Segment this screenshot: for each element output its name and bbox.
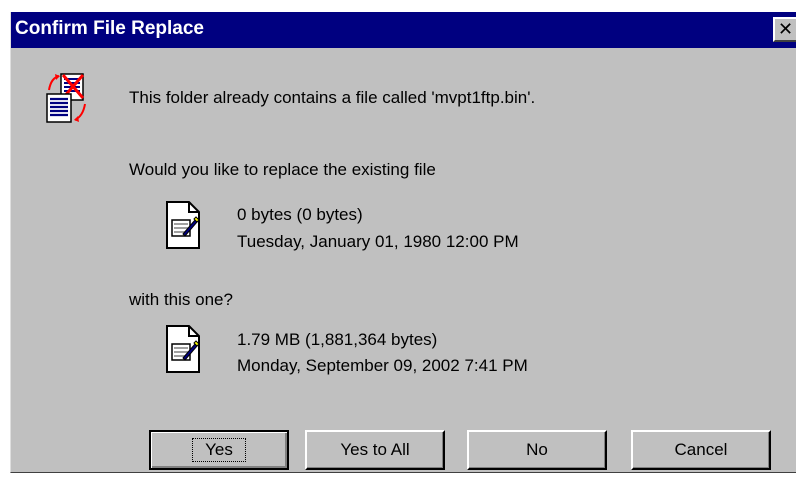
yes-to-all-button-label: Yes to All [340, 440, 410, 459]
message-line-3: with this one? [129, 290, 233, 309]
document-icon [166, 325, 200, 373]
new-file-size: 1.79 MB (1,881,364 bytes) [237, 330, 438, 349]
cancel-button-label: Cancel [674, 440, 728, 459]
existing-file-size: 0 bytes (0 bytes) [237, 205, 363, 224]
file-replace-icon [46, 73, 86, 123]
yes-to-all-button[interactable]: Yes to All [305, 430, 445, 470]
no-button[interactable]: No [467, 430, 607, 470]
existing-file-date: Tuesday, January 01, 1980 12:00 PM [237, 232, 519, 251]
cancel-button[interactable]: Cancel [631, 430, 771, 470]
no-button-label: No [526, 440, 548, 459]
yes-button-label: Yes [192, 438, 246, 462]
title-bar: Confirm File Replace ✕ [11, 12, 796, 48]
message-line-2: Would you like to replace the existing f… [129, 160, 436, 179]
close-icon: ✕ [777, 18, 794, 39]
document-icon [166, 201, 200, 249]
close-button[interactable]: ✕ [773, 17, 796, 42]
confirm-file-replace-dialog: Confirm File Replace ✕ This folder alrea… [10, 12, 796, 473]
window-title: Confirm File Replace [15, 18, 204, 39]
message-line-1: This folder already contains a file call… [129, 88, 536, 107]
yes-button[interactable]: Yes [149, 430, 289, 470]
new-file-date: Monday, September 09, 2002 7:41 PM [237, 356, 528, 375]
